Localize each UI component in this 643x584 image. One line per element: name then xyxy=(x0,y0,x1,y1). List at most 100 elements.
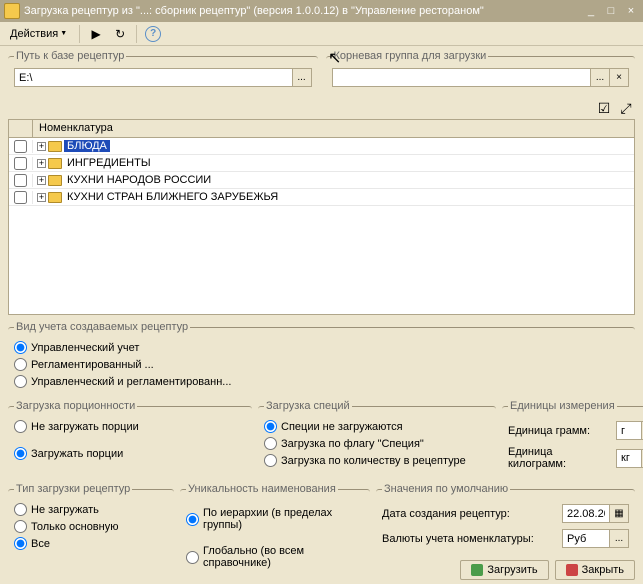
actions-menu[interactable]: Действия ▼ xyxy=(4,26,73,42)
path-fieldset: Путь к базе рецептур ... xyxy=(8,50,318,93)
gram-input[interactable] xyxy=(616,421,642,440)
load-icon xyxy=(471,564,483,576)
radio-label: Управленческий учет xyxy=(31,342,139,354)
currency-input[interactable] xyxy=(562,529,610,548)
load-type-legend: Тип загрузки рецептур xyxy=(14,483,132,495)
rootgroup-clear-button[interactable]: × xyxy=(610,68,629,87)
expand-icon[interactable]: + xyxy=(37,176,46,185)
window-title: Загрузка рецептур из "...: сборник рецеп… xyxy=(24,5,583,17)
uniq-radio-hier[interactable] xyxy=(186,513,199,526)
row-checkbox[interactable] xyxy=(14,174,27,187)
tree-row[interactable]: + КУХНИ СТРАН БЛИЖНЕГО ЗАРУБЕЖЬЯ xyxy=(9,189,634,206)
accounting-radio-reg[interactable] xyxy=(14,358,27,371)
path-legend: Путь к базе рецептур xyxy=(14,50,126,62)
rootgroup-legend: Корневая группа для загрузки xyxy=(332,50,489,62)
header-label[interactable]: Номенклатура xyxy=(33,120,634,137)
kg-label: Единица килограмм: xyxy=(508,446,612,470)
radio-label: Загружать порции xyxy=(31,448,123,460)
rootgroup-input[interactable] xyxy=(332,68,592,87)
units-legend: Единицы измерения xyxy=(508,400,617,412)
spices-radio-no[interactable] xyxy=(264,420,277,433)
type-radio-all[interactable] xyxy=(14,537,27,550)
restore-button[interactable]: □ xyxy=(603,4,619,18)
tree-row[interactable]: + БЛЮДА xyxy=(9,138,634,155)
tree-label[interactable]: КУХНИ СТРАН БЛИЖНЕГО ЗАРУБЕЖЬЯ xyxy=(64,191,281,203)
uniqueness-fieldset: Уникальность наименования По иерархии (в… xyxy=(180,483,370,577)
row-checkbox[interactable] xyxy=(14,191,27,204)
close-button[interactable]: Закрыть xyxy=(555,560,635,580)
folder-icon xyxy=(48,192,62,203)
folder-icon xyxy=(48,175,62,186)
app-icon xyxy=(4,3,20,19)
accounting-radio-both[interactable] xyxy=(14,375,27,388)
radio-label: Глобально (во всем справочнике) xyxy=(203,545,364,569)
accounting-legend: Вид учета создаваемых рецептур xyxy=(14,321,190,333)
nomenclature-tree[interactable]: Номенклатура + БЛЮДА + ИНГРЕДИЕНТЫ + КУ xyxy=(8,119,635,315)
radio-label: Специи не загружаются xyxy=(281,421,403,433)
rootgroup-fieldset: Корневая группа для загрузки ... × xyxy=(326,50,636,93)
titlebar: Загрузка рецептур из "...: сборник рецеп… xyxy=(0,0,643,22)
tree-label[interactable]: КУХНИ НАРОДОВ РОССИИ xyxy=(64,174,214,186)
date-input[interactable] xyxy=(562,504,610,523)
radio-label: Не загружать порции xyxy=(31,421,139,433)
load-type-fieldset: Тип загрузки рецептур Не загружать Тольк… xyxy=(8,483,174,577)
spices-radio-qty[interactable] xyxy=(264,454,277,467)
header-checkbox-col xyxy=(9,120,33,137)
portion-radio-no[interactable] xyxy=(14,420,27,433)
radio-label: Не загружать xyxy=(31,504,99,516)
kg-input[interactable] xyxy=(616,449,642,468)
gram-label: Единица грамм: xyxy=(508,425,612,437)
tree-label[interactable]: ИНГРЕДИЕНТЫ xyxy=(64,157,154,169)
expand-all-icon[interactable]: ⤢ xyxy=(617,99,635,117)
tree-header: Номенклатура xyxy=(9,120,634,138)
spices-fieldset: Загрузка специй Специи не загружаются За… xyxy=(258,400,496,479)
accounting-fieldset: Вид учета создаваемых рецептур Управленч… xyxy=(8,321,635,396)
radio-label: По иерархии (в пределах группы) xyxy=(203,507,364,531)
folder-icon xyxy=(48,141,62,152)
portion-radio-yes[interactable] xyxy=(14,447,27,460)
close-button[interactable]: × xyxy=(623,4,639,18)
type-radio-none[interactable] xyxy=(14,503,27,516)
radio-label: Все xyxy=(31,538,50,550)
expand-icon[interactable]: + xyxy=(37,193,46,202)
minimize-button[interactable]: _ xyxy=(583,4,599,18)
load-icon[interactable]: ▶ xyxy=(86,24,106,44)
type-radio-main[interactable] xyxy=(14,520,27,533)
load-label: Загрузить xyxy=(487,564,537,576)
units-fieldset: Единицы измерения Единица грамм: ... Еди… xyxy=(502,400,643,479)
footer: Загрузить Закрыть xyxy=(460,560,635,580)
check-all-icon[interactable]: ☑ xyxy=(595,99,613,117)
date-picker-button[interactable]: ▦ xyxy=(610,504,629,523)
radio-label: Загрузка по количеству в рецептуре xyxy=(281,455,466,467)
help-button[interactable]: ? xyxy=(143,24,163,44)
close-icon xyxy=(566,564,578,576)
uniq-radio-global[interactable] xyxy=(186,551,199,564)
load-button[interactable]: Загрузить xyxy=(460,560,548,580)
radio-label: Только основную xyxy=(31,521,118,533)
row-checkbox[interactable] xyxy=(14,140,27,153)
uniqueness-legend: Уникальность наименования xyxy=(186,483,338,495)
tree-label[interactable]: БЛЮДА xyxy=(64,140,110,152)
spices-legend: Загрузка специй xyxy=(264,400,352,412)
spices-radio-flag[interactable] xyxy=(264,437,277,450)
radio-label: Загрузка по флагу "Специя" xyxy=(281,438,424,450)
path-input[interactable] xyxy=(14,68,293,87)
radio-label: Управленческий и регламентированн... xyxy=(31,376,231,388)
tree-row[interactable]: + КУХНИ НАРОДОВ РОССИИ xyxy=(9,172,634,189)
toolbar: Действия ▼ ▶ ↻ ? xyxy=(0,22,643,46)
tree-row[interactable]: + ИНГРЕДИЕНТЫ xyxy=(9,155,634,172)
refresh-icon[interactable]: ↻ xyxy=(110,24,130,44)
row-checkbox[interactable] xyxy=(14,157,27,170)
currency-browse-button[interactable]: ... xyxy=(610,529,629,548)
radio-label: Регламентированный ... xyxy=(31,359,154,371)
path-browse-button[interactable]: ... xyxy=(293,68,312,87)
expand-icon[interactable]: + xyxy=(37,159,46,168)
help-icon: ? xyxy=(145,26,161,42)
currency-label: Валюты учета номенклатуры: xyxy=(382,533,558,545)
rootgroup-browse-button[interactable]: ... xyxy=(591,68,610,87)
separator xyxy=(79,25,80,43)
accounting-radio-mgmt[interactable] xyxy=(14,341,27,354)
expand-icon[interactable]: + xyxy=(37,142,46,151)
portion-fieldset: Загрузка порционности Не загружать порци… xyxy=(8,400,252,479)
close-label: Закрыть xyxy=(582,564,624,576)
